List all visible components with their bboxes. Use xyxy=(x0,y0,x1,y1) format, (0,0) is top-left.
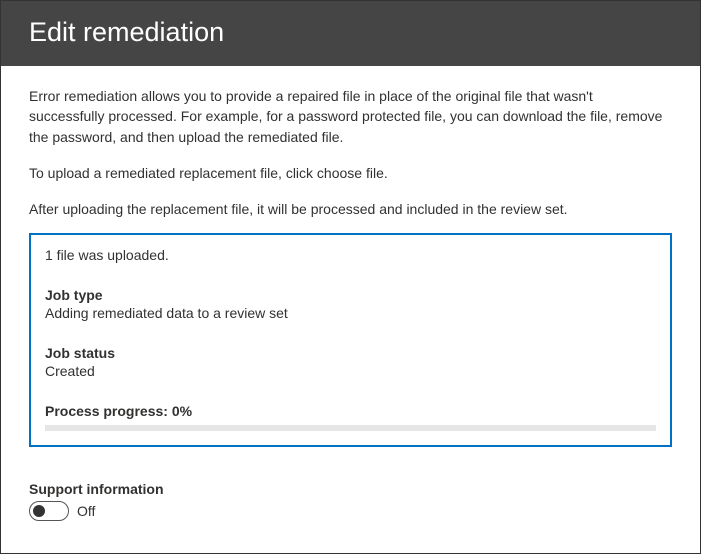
progress-bar xyxy=(45,425,656,431)
support-label: Support information xyxy=(29,481,672,497)
support-toggle-state: Off xyxy=(77,503,95,519)
support-toggle-row: Off xyxy=(29,501,672,521)
job-type-value: Adding remediated data to a review set xyxy=(45,305,656,321)
job-status-label: Job status xyxy=(45,345,656,361)
job-status-value: Created xyxy=(45,363,656,379)
toggle-knob-icon xyxy=(33,505,45,517)
job-type-label: Job type xyxy=(45,287,656,303)
main-content: Error remediation allows you to provide … xyxy=(1,66,700,467)
description-text: Error remediation allows you to provide … xyxy=(29,86,672,147)
page-title: Edit remediation xyxy=(29,17,672,48)
support-toggle[interactable] xyxy=(29,501,69,521)
support-section: Support information Off xyxy=(1,467,700,521)
note-text: After uploading the replacement file, it… xyxy=(29,199,672,219)
instruction-text: To upload a remediated replacement file,… xyxy=(29,163,672,183)
upload-message: 1 file was uploaded. xyxy=(45,247,656,263)
status-panel: 1 file was uploaded. Job type Adding rem… xyxy=(29,233,672,447)
page-header: Edit remediation xyxy=(1,1,700,66)
progress-label: Process progress: 0% xyxy=(45,403,656,419)
